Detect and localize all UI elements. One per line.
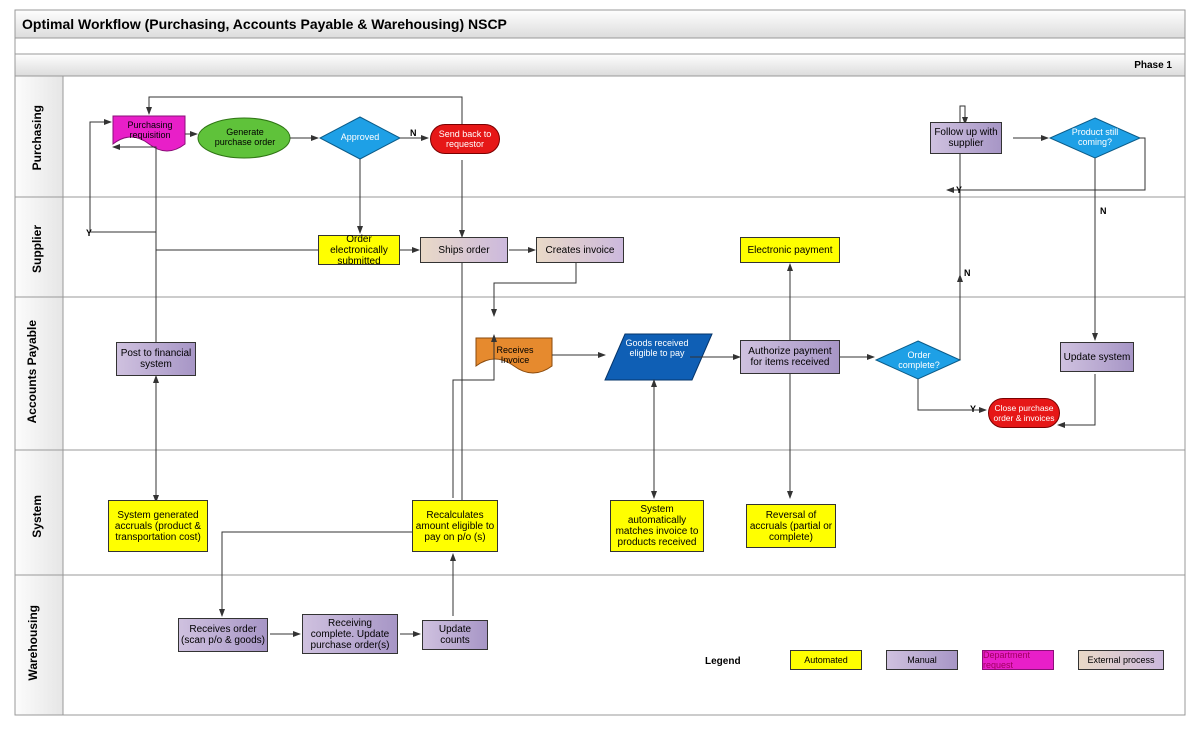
legend-manual: Manual (886, 650, 958, 670)
legend-automated: Automated (790, 650, 862, 670)
legend-title: Legend (705, 656, 741, 667)
node-receives-order: Receives order (scan p/o & goods) (178, 618, 268, 652)
node-receives-invoice: Receives Invoice (484, 345, 546, 365)
lane-label-purchasing: Purchasing (30, 105, 44, 170)
node-update-counts: Update counts (422, 620, 488, 650)
node-electronic-payment: Electronic payment (740, 237, 840, 263)
lane-label-warehousing: Warehousing (26, 605, 40, 681)
node-order-submitted: Order electronically submitted (318, 235, 400, 265)
node-reversal-accruals: Reversal of accruals (partial or complet… (746, 504, 836, 548)
node-update-system: Update system (1060, 342, 1134, 372)
node-creates-invoice: Creates invoice (536, 237, 624, 263)
node-auto-match: System automatically matches invoice to … (610, 500, 704, 552)
node-product-still-coming: Product still coming? (1064, 127, 1126, 147)
node-purchasing-requisition: Purchasing requisition (122, 120, 178, 140)
node-generate-po: Generate purchase order (210, 127, 280, 147)
node-authorize-payment: Authorize payment for items received (740, 340, 840, 374)
node-receiving-complete: Receiving complete. Update purchase orde… (302, 614, 398, 654)
node-system-accruals: System generated accruals (product & tra… (108, 500, 208, 552)
edge-label-y-3: Y (86, 228, 92, 238)
node-follow-up: Follow up with supplier (930, 122, 1002, 154)
node-close-po: Close purchase order & invoices (988, 398, 1060, 428)
node-order-complete: Order complete? (894, 350, 944, 370)
edge-label-n-3: N (1100, 206, 1107, 216)
diagram-title: Optimal Workflow (Purchasing, Accounts P… (22, 16, 507, 32)
legend-department-request: Department request (982, 650, 1054, 670)
node-goods-eligible: Goods received eligible to pay (614, 338, 700, 358)
lane-label-system: System (30, 495, 44, 538)
diagram-canvas: Optimal Workflow (Purchasing, Accounts P… (0, 0, 1200, 729)
node-approved: Approved (335, 132, 385, 142)
lane-label-supplier: Supplier (30, 225, 44, 273)
node-post-financial: Post to financial system (116, 342, 196, 376)
legend-external: External process (1078, 650, 1164, 670)
node-ships-order: Ships order (420, 237, 508, 263)
edge-label-n-2: N (964, 268, 971, 278)
lane-label-accounts-payable: Accounts Payable (25, 320, 39, 423)
edge-label-y-1: Y (956, 185, 962, 195)
phase-label: Phase 1 (1134, 60, 1172, 71)
node-send-back: Send back to requestor (430, 124, 500, 154)
edge-label-y-2: Y (970, 404, 976, 414)
edge-label-n-1: N (410, 128, 417, 138)
node-recalculates: Recalculates amount eligible to pay on p… (412, 500, 498, 552)
